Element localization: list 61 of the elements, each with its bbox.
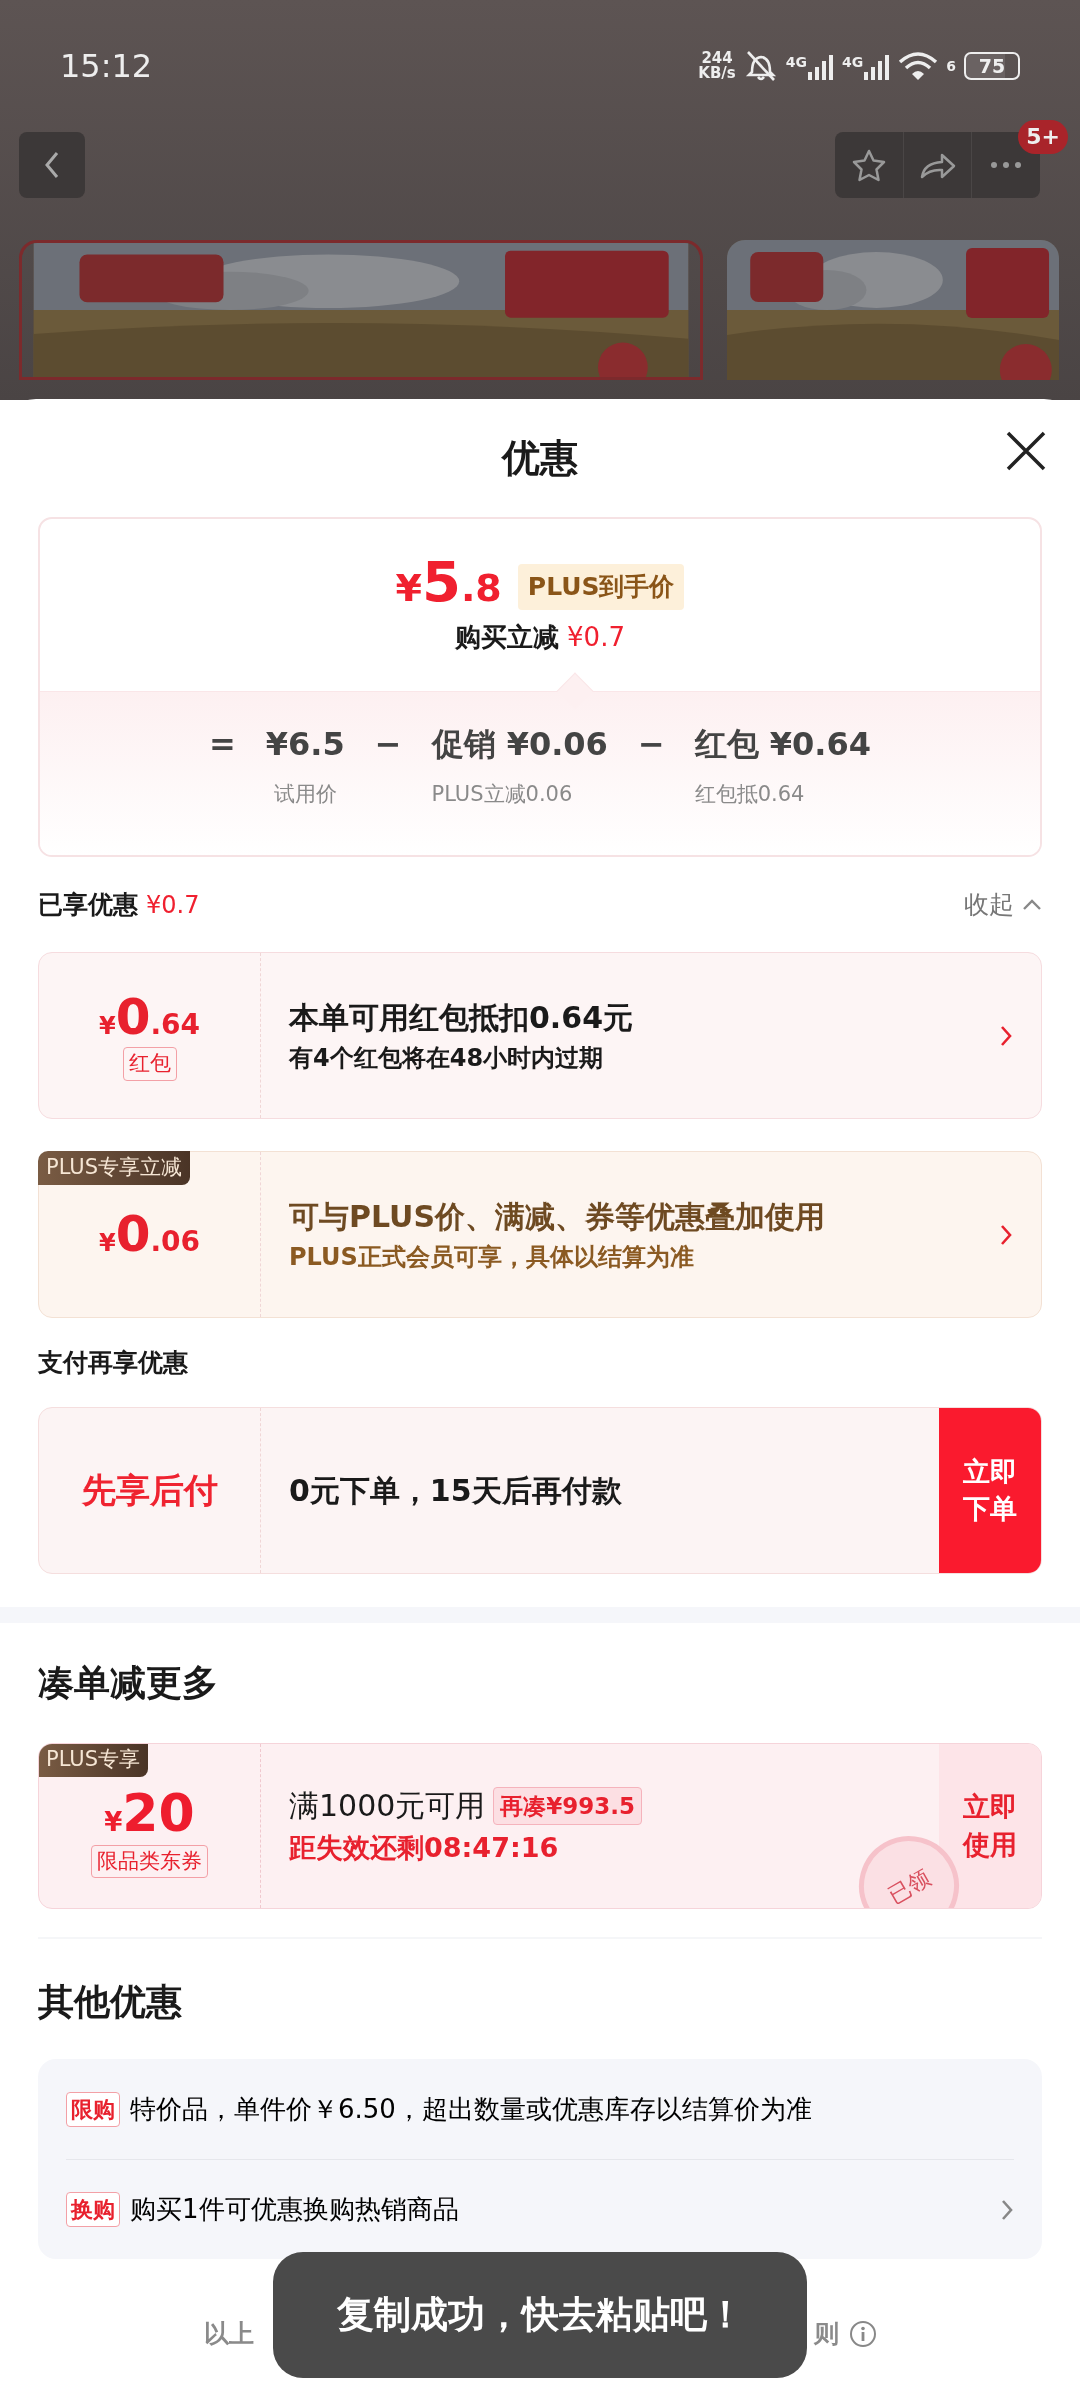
coupon-amount: ¥20 — [104, 1785, 195, 1841]
more-icon — [990, 161, 1023, 169]
price-badge: PLUS到手价 — [517, 564, 685, 610]
network-type: 4G — [842, 53, 864, 72]
coupon-countdown: 距失效还剩08:47:16 — [289, 1831, 560, 1866]
network-type: 4G — [785, 53, 807, 72]
price-term: ¥6.5 — [265, 724, 345, 765]
operator-sign: − — [374, 724, 402, 765]
enjoyed-label: 已享优惠 — [38, 888, 138, 921]
coupon-condition: 满1000元可用 — [289, 1787, 486, 1826]
wifi-band-label: 6 — [946, 56, 956, 76]
copy-toast: 复制成功，快去粘贴吧！ — [273, 2252, 807, 2378]
shortfall-tag: 再凑¥993.5 — [493, 1786, 643, 1825]
offer-subtitle: PLUS正式会员可享，具体以结算为准 — [289, 1242, 695, 1273]
signal-icon — [863, 52, 891, 80]
offer-tag: 限购 — [66, 2091, 120, 2127]
final-price: ¥5.8 — [395, 553, 502, 610]
offer-row[interactable]: 限购 特价品，单件价￥6.50，超出数量或优惠库存以结算价为准 — [66, 2059, 1014, 2159]
offer-text: 特价品，单件价￥6.50，超出数量或优惠库存以结算价为准 — [130, 2092, 813, 2126]
operator-sign: − — [637, 724, 665, 765]
discount-amount: ¥0.64 — [98, 990, 201, 1043]
network-speed: 244 KB/s — [698, 51, 736, 81]
plus-ribbon: PLUS专享立减 — [38, 1151, 191, 1185]
offer-text: 购买1件可优惠换购热销商品 — [130, 2193, 460, 2226]
sheet-title: 优惠 — [502, 434, 578, 482]
use-button[interactable]: 立即使用 — [939, 1744, 1041, 1908]
enjoyed-amount: ¥0.7 — [146, 889, 200, 921]
order-button[interactable]: 立即下单 — [939, 1408, 1041, 1573]
operator-sign: = — [208, 724, 236, 765]
term-caption: 红包抵0.64 — [694, 781, 806, 808]
signal-icon — [807, 52, 834, 80]
notification-badge: 5+ — [1018, 120, 1068, 154]
price-term: 红包 ¥0.64 — [694, 724, 872, 765]
coupon-tag: 限品类东券 — [91, 1844, 208, 1879]
price-term: 促销 ¥0.06 — [431, 724, 608, 765]
offer-title: 可与PLUS价、满减、券等优惠叠加使用 — [289, 1198, 826, 1236]
term-caption: 试用价 — [272, 781, 338, 808]
collapse-toggle[interactable]: 收起 — [964, 885, 1042, 924]
plus-ribbon: PLUS专享 — [39, 1744, 149, 1777]
offer-subtitle: 有4个红包将在48小时内过期 — [289, 1043, 605, 1074]
star-icon — [850, 147, 887, 183]
info-icon — [848, 2320, 877, 2348]
discount-amount: ¥0.06 — [98, 1208, 201, 1261]
pay-later-text: 0元下单，15天后再付款 — [288, 1472, 623, 1510]
battery-level: 75 — [964, 52, 1020, 80]
saving-label: 购买立减 — [455, 620, 560, 654]
back-button[interactable] — [19, 132, 85, 198]
disclaimer-text: 以上 — [203, 2318, 254, 2351]
rules-link[interactable]: 则 — [813, 2315, 839, 2353]
pay-later-label: 先享后付 — [39, 1408, 261, 1573]
status-time: 15:12 — [60, 46, 153, 87]
offer-tag: 换购 — [66, 2192, 120, 2227]
saving-amount: ¥0.7 — [567, 620, 625, 654]
wifi-icon — [898, 50, 939, 82]
share-button[interactable] — [902, 132, 973, 198]
offer-tag: 红包 — [122, 1047, 177, 1081]
section-label: 支付再享优惠 — [38, 1346, 189, 1379]
term-caption: PLUS立减0.06 — [431, 781, 574, 808]
offer-title: 本单可用红包抵扣0.64元 — [289, 999, 635, 1037]
section-heading: 其他优惠 — [38, 1980, 183, 2024]
section-heading: 凑单减更多 — [38, 1661, 219, 1705]
